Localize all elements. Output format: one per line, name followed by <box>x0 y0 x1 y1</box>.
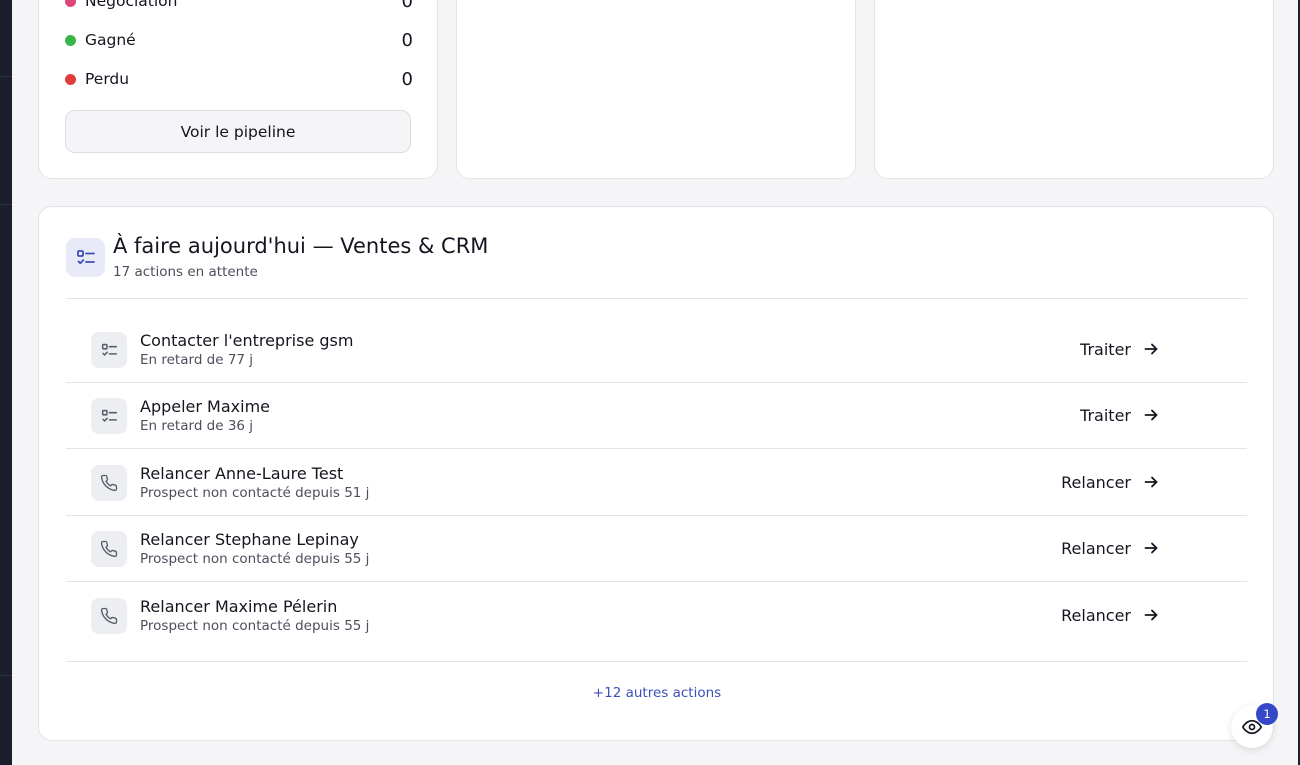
task-action-label: Relancer <box>1061 605 1131 625</box>
todo-card: À faire aujourd'hui — Ventes & CRM 17 ac… <box>38 206 1274 741</box>
stage-label: Perdu <box>85 70 130 88</box>
task-title: Relancer Stephane Lepinay <box>140 530 359 549</box>
checklist-icon <box>66 238 105 277</box>
arrow-right-icon <box>1144 409 1158 421</box>
stage-count: 0 <box>401 68 413 90</box>
task-row: Relancer Maxime Pélerin Prospect non con… <box>66 582 1247 648</box>
stage-row-negociation: Négociation 0 <box>65 0 413 13</box>
more-actions-link[interactable]: +12 autres actions <box>39 685 1275 701</box>
pipeline-card: Négociation 0 Gagné 0 Perdu 0 Voir le pi… <box>38 0 438 179</box>
arrow-right-icon <box>1144 476 1158 488</box>
notification-badge: 1 <box>1256 703 1278 725</box>
stage-row-gagne: Gagné 0 <box>65 28 413 52</box>
arrow-right-icon <box>1144 343 1158 355</box>
task-subtitle: Prospect non contacté depuis 51 j <box>140 485 370 501</box>
task-row: Relancer Anne-Laure Test Prospect non co… <box>66 449 1247 515</box>
phone-icon <box>91 598 127 634</box>
task-subtitle: En retard de 36 j <box>140 418 254 434</box>
todo-subtitle: 17 actions en attente <box>113 264 258 280</box>
task-action-button[interactable]: Traiter <box>1080 335 1159 363</box>
stage-dot <box>65 73 76 85</box>
task-row: Relancer Stephane Lepinay Prospect non c… <box>66 515 1247 581</box>
task-title: Appeler Maxime <box>140 397 271 416</box>
divider <box>66 298 1247 299</box>
task-action-label: Relancer <box>1061 538 1131 558</box>
checklist-icon <box>91 398 127 434</box>
stage-label: Négociation <box>85 0 178 10</box>
task-action-label: Traiter <box>1080 405 1131 425</box>
stage-label: Gagné <box>85 31 136 49</box>
stage-count: 0 <box>401 0 413 12</box>
view-pipeline-button[interactable]: Voir le pipeline <box>65 110 411 153</box>
phone-icon <box>91 531 127 567</box>
task-row: Contacter l'entreprise gsm En retard de … <box>66 316 1247 382</box>
task-action-label: Traiter <box>1080 339 1131 359</box>
task-action-button[interactable]: Relancer <box>1061 534 1159 562</box>
task-action-button[interactable]: Relancer <box>1061 601 1159 629</box>
divider <box>66 661 1247 662</box>
task-row: Appeler Maxime En retard de 36 j Traiter <box>66 382 1247 448</box>
task-title: Relancer Anne-Laure Test <box>140 464 344 483</box>
stage-count: 0 <box>401 29 413 51</box>
stage-dot <box>65 34 76 46</box>
task-subtitle: Prospect non contacté depuis 55 j <box>140 551 370 567</box>
task-action-button[interactable]: Traiter <box>1080 401 1159 429</box>
task-subtitle: En retard de 77 j <box>140 352 254 368</box>
dashboard-card-3 <box>874 0 1274 179</box>
task-title: Relancer Maxime Pélerin <box>140 597 338 616</box>
sidebar-edge <box>0 0 12 765</box>
checklist-icon <box>91 332 127 368</box>
stage-dot <box>65 0 76 7</box>
todo-title: À faire aujourd'hui — Ventes & CRM <box>113 234 489 258</box>
task-action-label: Relancer <box>1061 472 1131 492</box>
arrow-right-icon <box>1144 542 1158 554</box>
stage-row-perdu: Perdu 0 <box>65 67 413 91</box>
task-title: Contacter l'entreprise gsm <box>140 331 354 350</box>
task-subtitle: Prospect non contacté depuis 55 j <box>140 618 370 634</box>
task-action-button[interactable]: Relancer <box>1061 468 1159 496</box>
dashboard-card-2 <box>456 0 856 179</box>
phone-icon <box>91 465 127 501</box>
arrow-right-icon <box>1144 609 1158 621</box>
